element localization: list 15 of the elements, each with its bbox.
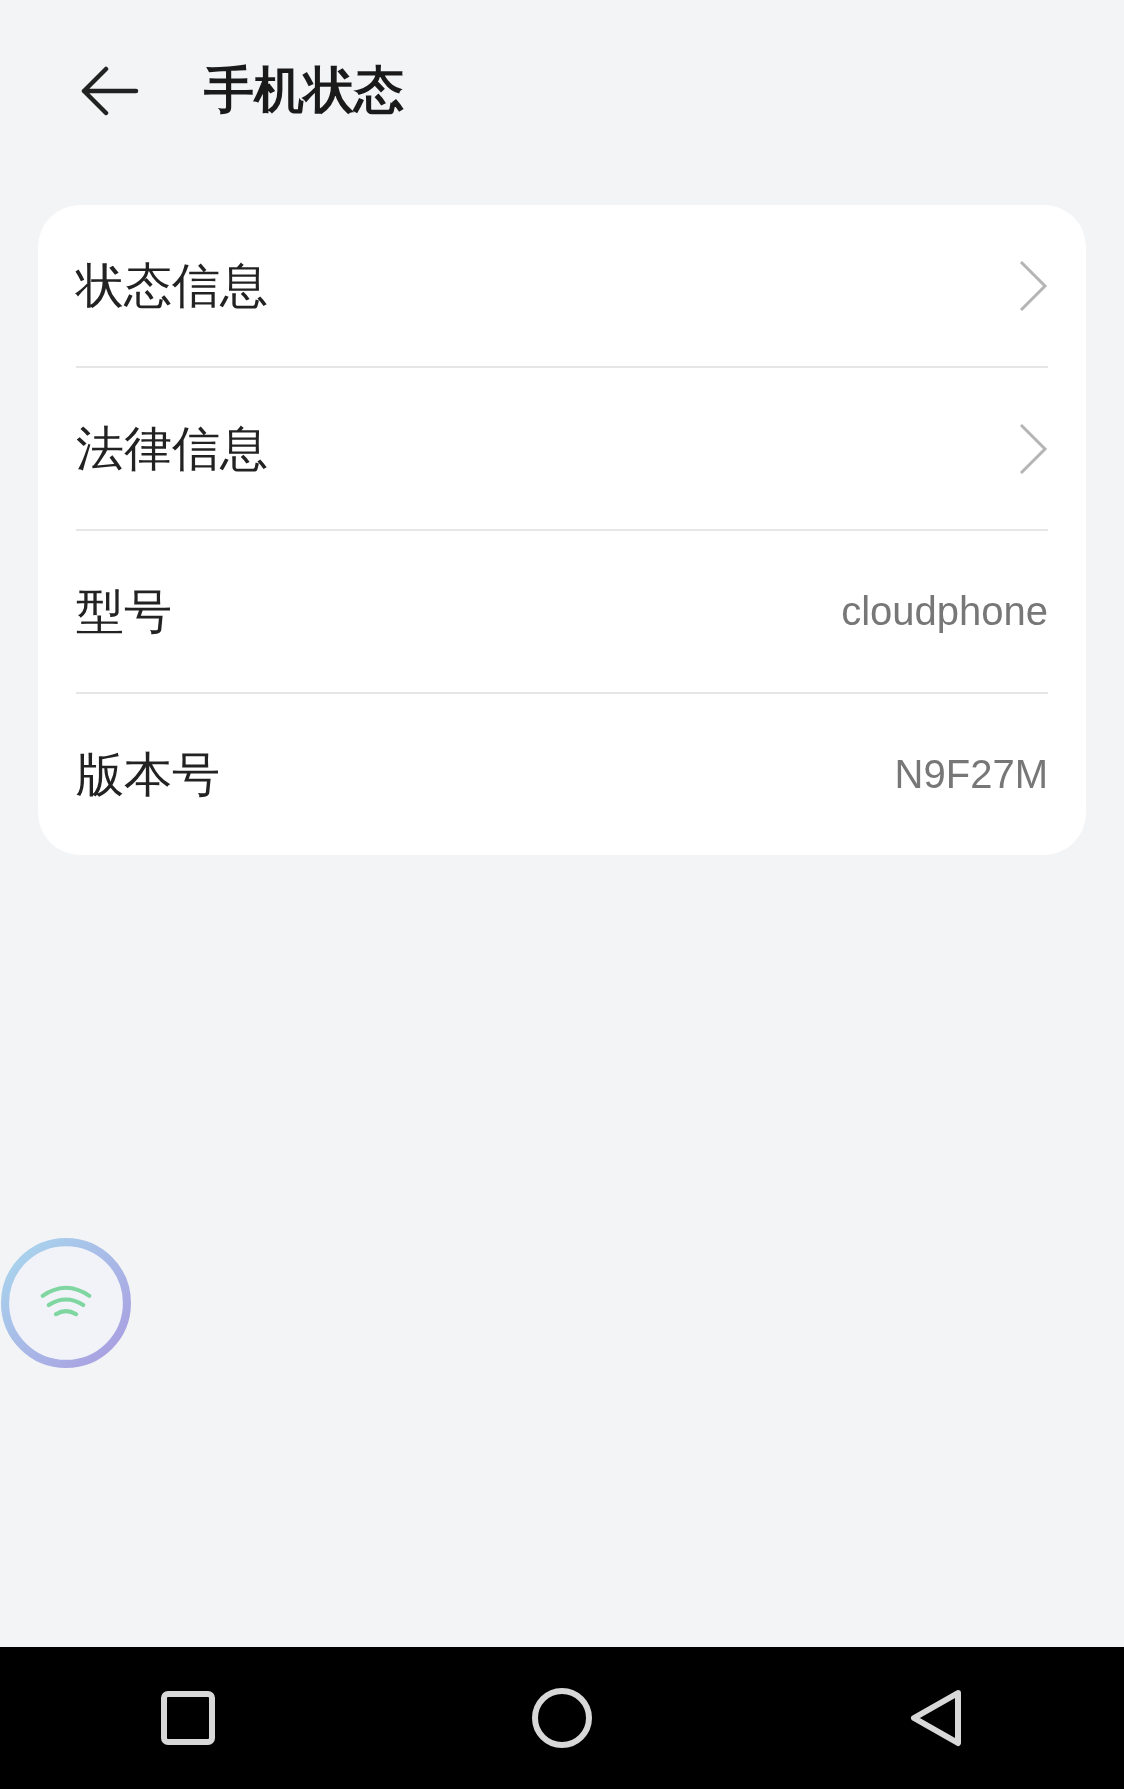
back-icon[interactable] — [908, 1688, 964, 1748]
back-arrow-icon[interactable] — [80, 65, 140, 116]
chevron-icon — [1018, 258, 1048, 313]
recent-apps-icon[interactable] — [160, 1688, 216, 1748]
item-value: cloudphone — [841, 589, 1048, 634]
home-icon[interactable] — [530, 1686, 594, 1750]
settings-item[interactable]: 法律信息 — [76, 368, 1048, 529]
item-label: 状态信息 — [76, 255, 268, 315]
chevron-icon — [1018, 421, 1048, 476]
item-label: 版本号 — [76, 744, 220, 804]
settings-item[interactable]: 状态信息 — [76, 205, 1048, 366]
item-value: N9F27M — [894, 752, 1048, 797]
item-label: 型号 — [76, 581, 172, 641]
item-label: 法律信息 — [76, 418, 268, 478]
page-title: 手机状态 — [204, 60, 404, 121]
